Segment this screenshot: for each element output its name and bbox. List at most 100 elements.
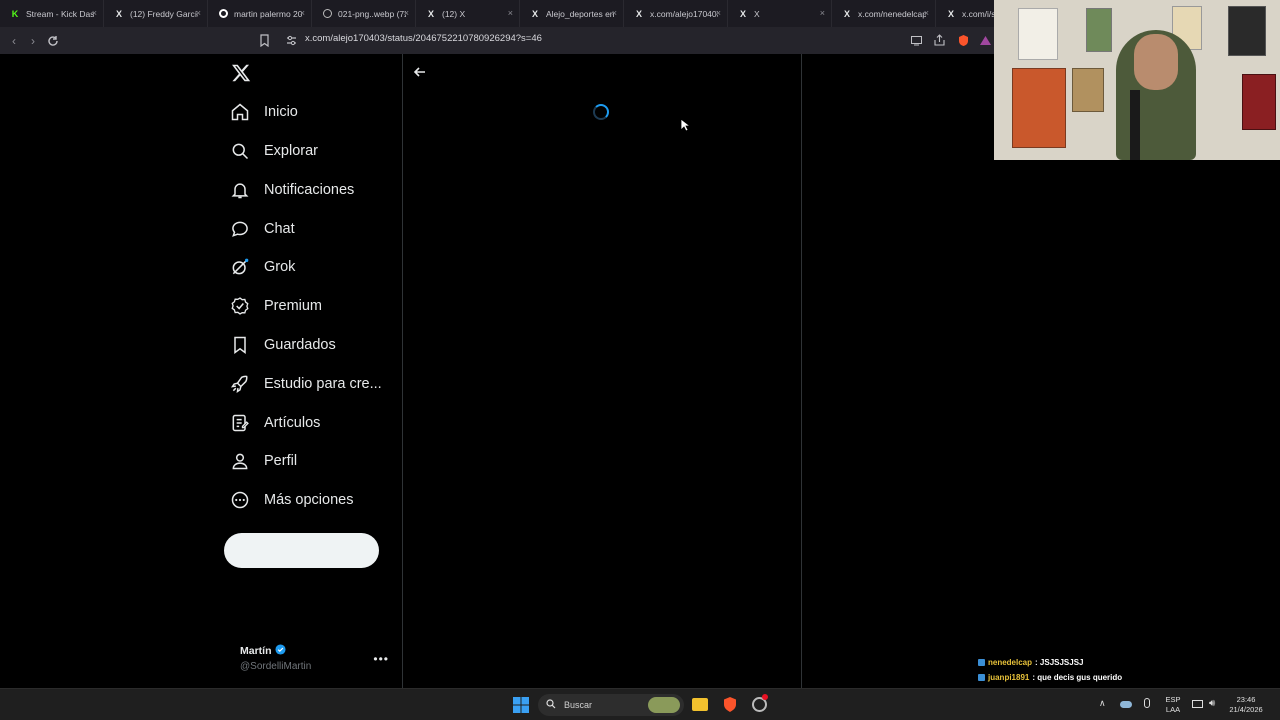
microphone-tray-icon[interactable] xyxy=(1144,698,1150,708)
bell-icon xyxy=(230,180,250,200)
x-logo-icon: X xyxy=(115,8,122,19)
sidebar-item-notificaciones[interactable]: Notificaciones xyxy=(224,170,394,210)
account-name: Martín xyxy=(240,645,272,657)
language-indicator[interactable]: ESP LAA xyxy=(1162,695,1184,715)
brave-browser-icon[interactable] xyxy=(722,696,738,713)
browser-tab[interactable]: 021-png..webp (72 × xyxy=(312,0,416,27)
share-icon[interactable] xyxy=(933,34,946,47)
close-tab-icon[interactable]: × xyxy=(196,8,201,18)
chat-badge-icon xyxy=(978,659,985,666)
tray-chevron-icon[interactable]: ∧ xyxy=(1099,698,1106,709)
sidebar-item-label: Notificaciones xyxy=(264,182,355,198)
chat-bubble-icon xyxy=(230,219,250,239)
sidebar-item-grok[interactable]: Grok xyxy=(224,247,394,287)
brave-rewards-icon[interactable] xyxy=(979,34,992,47)
x-logo-icon: X xyxy=(427,8,434,19)
tab-title: Stream - Kick Dashb xyxy=(26,8,94,19)
google-icon xyxy=(218,9,228,19)
tab-title: martin palermo 202 xyxy=(234,8,302,19)
more-dots-icon[interactable]: ••• xyxy=(373,652,389,666)
sidebar-item-inicio[interactable]: Inicio xyxy=(224,92,394,132)
sidebar-item-más-opciones[interactable]: Más opciones xyxy=(224,480,394,520)
sidebar-item-label: Chat xyxy=(264,221,295,237)
close-tab-icon[interactable]: × xyxy=(404,8,409,18)
verified-badge-icon xyxy=(274,644,286,658)
bookmark-page-icon[interactable] xyxy=(258,34,271,48)
sidebar-item-label: Artículos xyxy=(264,415,321,431)
chat-username: nenedelcap xyxy=(988,658,1033,667)
account-switcher[interactable]: Martín @SordelliMartin ••• xyxy=(240,644,395,676)
browser-tab[interactable]: K Stream - Kick Dashb× xyxy=(0,0,104,27)
windows-start-icon[interactable] xyxy=(513,697,529,713)
browser-tab[interactable]: X (12) Freddy García × xyxy=(104,0,208,27)
file-explorer-icon[interactable] xyxy=(692,698,708,711)
browser-tab[interactable]: X Alejo_deportes en X× xyxy=(520,0,624,27)
mouse-cursor-icon xyxy=(680,118,692,132)
back-arrow-icon[interactable] xyxy=(412,64,428,80)
taskbar-search[interactable]: Buscar xyxy=(538,694,684,716)
onedrive-icon[interactable] xyxy=(1120,701,1132,708)
sidebar-item-perfil[interactable]: Perfil xyxy=(224,441,394,481)
search-highlight-image xyxy=(648,697,680,713)
chat-message: juanpi1891: que decis gus querido xyxy=(978,670,1278,685)
sidebar-item-premium[interactable]: Premium xyxy=(224,286,394,326)
x-logo-icon[interactable] xyxy=(230,62,252,84)
cast-icon[interactable] xyxy=(910,34,923,47)
sidebar-item-guardados[interactable]: Guardados xyxy=(224,325,394,365)
chat-text: : JSJSJSJSJ xyxy=(1035,658,1084,667)
close-tab-icon[interactable]: × xyxy=(716,8,721,18)
close-tab-icon[interactable]: × xyxy=(300,8,305,18)
article-icon xyxy=(230,413,250,433)
post-button[interactable] xyxy=(224,533,379,568)
rocket-icon xyxy=(230,374,250,394)
x-logo-icon: X xyxy=(843,8,850,19)
home-icon xyxy=(230,102,250,122)
clock[interactable]: 23:46 21/4/2026 xyxy=(1228,695,1264,715)
address-bar[interactable]: x.com/alejo170403/status/204675221078092… xyxy=(305,33,542,44)
sidebar-item-explorar[interactable]: Explorar xyxy=(224,131,394,171)
sidebar-item-label: Premium xyxy=(264,298,323,314)
poster-image xyxy=(1242,74,1276,130)
browser-tab[interactable]: martin palermo 202 × xyxy=(208,0,312,27)
network-icon[interactable] xyxy=(1192,700,1203,708)
site-settings-icon[interactable] xyxy=(285,34,298,47)
brave-shield-icon[interactable] xyxy=(957,34,970,47)
more-circle-icon xyxy=(230,490,250,510)
search-placeholder: Buscar xyxy=(564,700,593,710)
sidebar-item-estudio-para-cre[interactable]: Estudio para cre... xyxy=(224,364,394,404)
volume-icon[interactable]: 🔊︎ xyxy=(1209,698,1215,709)
close-tab-icon[interactable]: × xyxy=(612,8,617,18)
chat-text: : que decis gus querido xyxy=(1032,673,1123,682)
x-logo-icon: X xyxy=(531,8,538,19)
browser-tab[interactable]: X X × xyxy=(728,0,832,27)
sidebar-item-artículos[interactable]: Artículos xyxy=(224,403,394,443)
microphone xyxy=(1130,90,1140,160)
close-tab-icon[interactable]: × xyxy=(92,8,97,18)
loading-spinner xyxy=(593,104,609,120)
back-nav-icon[interactable]: ‹ xyxy=(6,33,22,49)
x-logo-icon: X xyxy=(739,8,746,19)
webcam-overlay xyxy=(994,0,1280,160)
tab-title: 021-png..webp (72 xyxy=(338,8,406,19)
reload-icon[interactable] xyxy=(45,33,61,49)
bookmark-icon xyxy=(230,335,250,355)
poster-image xyxy=(1086,8,1112,52)
poster-image xyxy=(1012,68,1066,148)
close-tab-icon[interactable]: × xyxy=(820,8,825,18)
sidebar-item-chat[interactable]: Chat xyxy=(224,209,394,249)
close-tab-icon[interactable]: × xyxy=(508,8,513,18)
sidebar-item-label: Estudio para cre... xyxy=(264,376,382,392)
close-tab-icon[interactable]: × xyxy=(924,8,929,18)
browser-tab[interactable]: X (12) X × xyxy=(416,0,520,27)
tab-title: Alejo_deportes en X xyxy=(546,8,614,19)
chat-badge-icon xyxy=(978,674,985,681)
sidebar-item-label: Perfil xyxy=(264,453,298,469)
account-handle: @SordelliMartin xyxy=(240,661,312,672)
search-icon xyxy=(546,699,556,711)
tab-title: x.com/alejo170403/ xyxy=(650,8,718,19)
browser-tab[interactable]: Xx.com/alejo170403/× xyxy=(624,0,728,27)
browser-tab[interactable]: Xx.com/nenedelcap/× xyxy=(832,0,936,27)
person-icon xyxy=(230,451,250,471)
forward-nav-icon[interactable]: › xyxy=(25,33,41,49)
x-logo-icon: X xyxy=(635,8,642,19)
